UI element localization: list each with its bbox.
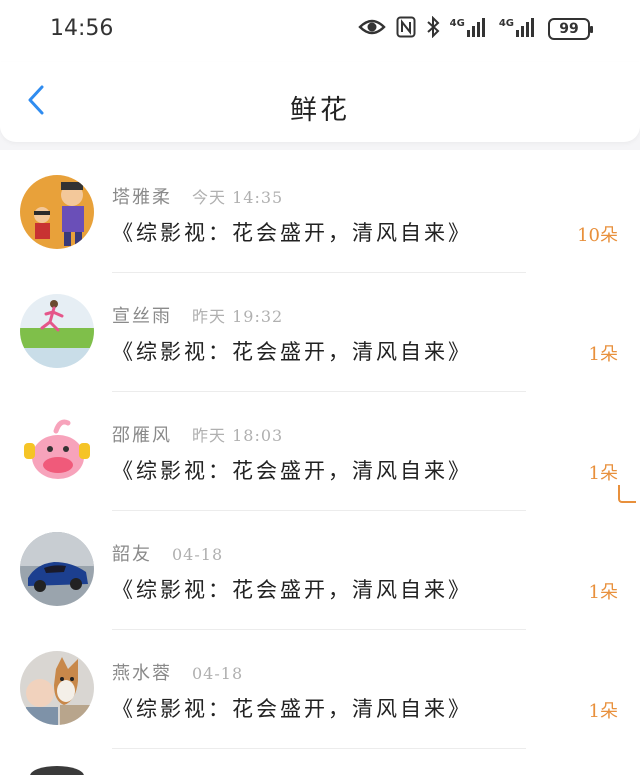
flower-count: 1朵 — [588, 701, 618, 722]
edge-indicator — [618, 485, 636, 503]
signal-icon-1 — [466, 17, 489, 41]
status-icons: 4G 4G 99 — [357, 15, 593, 42]
page-title: 鲜花 — [290, 95, 350, 126]
flower-count: 1朵 — [588, 344, 618, 365]
name-line: 宣丝雨 昨天 19:32 — [112, 302, 283, 328]
signal-icon-2 — [516, 17, 538, 41]
avatar[interactable] — [20, 651, 94, 725]
list-item[interactable]: 宣丝雨 昨天 19:32 《综影视：花会盛开，清风自来》 1朵 — [0, 279, 640, 398]
divider — [112, 629, 526, 630]
status-time: 14:56 — [50, 16, 114, 41]
bluetooth-icon — [426, 15, 440, 42]
divider — [112, 391, 526, 392]
avatar[interactable] — [20, 294, 94, 368]
flower-count: 1朵 — [588, 582, 618, 603]
list-item[interactable]: 燕水蓉 04-18 《综影视：花会盛开，清风自来》 1朵 — [0, 636, 640, 755]
divider — [112, 748, 526, 749]
sender-name: 邵雁风 — [112, 425, 172, 446]
battery-indicator: 99 — [548, 18, 593, 40]
sender-name: 宣丝雨 — [112, 306, 172, 327]
avatar[interactable] — [20, 175, 94, 249]
page-header: 鲜花 — [0, 62, 640, 142]
nfc-icon — [396, 16, 416, 42]
list-item[interactable]: 塔雅柔 今天 14:35 《综影视：花会盛开，清风自来》 10朵 — [0, 160, 640, 279]
message-time: 今天 14:35 — [192, 188, 284, 207]
sender-name: 韶友 — [112, 544, 152, 565]
divider — [112, 272, 526, 273]
flower-message-list: 塔雅柔 今天 14:35 《综影视：花会盛开，清风自来》 10朵 宣丝雨 昨天 … — [0, 150, 640, 775]
list-item[interactable]: 韶友 04-18 《综影视：花会盛开，清风自来》 1朵 — [0, 517, 640, 636]
sender-name: 燕水蓉 — [112, 663, 172, 684]
network-label-1: 4G — [449, 17, 465, 29]
avatar[interactable] — [20, 413, 94, 487]
message-text: 《综影视：花会盛开，清风自来》 — [112, 459, 472, 483]
message-text: 《综影视：花会盛开，清风自来》 — [112, 340, 472, 364]
network-label-2: 4G — [498, 17, 514, 29]
name-line: 邵雁风 昨天 18:03 — [112, 421, 283, 447]
name-line: 韶友 04-18 — [112, 540, 223, 566]
name-line: 塔雅柔 今天 14:35 — [112, 183, 283, 209]
message-text: 《综影视：花会盛开，清风自来》 — [112, 578, 472, 602]
avatar[interactable] — [20, 532, 94, 606]
message-time: 04-18 — [172, 545, 224, 564]
message-text: 《综影视：花会盛开，清风自来》 — [112, 221, 472, 245]
divider — [112, 510, 526, 511]
eye-icon — [357, 17, 386, 41]
status-bar: 14:56 4G 4G 99 — [0, 0, 640, 62]
sender-name: 塔雅柔 — [112, 187, 172, 208]
name-line: 燕水蓉 04-18 — [112, 659, 243, 685]
message-time: 昨天 19:32 — [192, 307, 284, 326]
flower-count: 10朵 — [577, 225, 618, 246]
message-time: 昨天 18:03 — [192, 426, 284, 445]
message-text: 《综影视：花会盛开，清风自来》 — [112, 697, 472, 721]
list-item[interactable]: 邵雁风 昨天 18:03 《综影视：花会盛开，清风自来》 1朵 — [0, 398, 640, 517]
message-time: 04-18 — [192, 664, 244, 683]
flower-count: 1朵 — [588, 463, 618, 484]
